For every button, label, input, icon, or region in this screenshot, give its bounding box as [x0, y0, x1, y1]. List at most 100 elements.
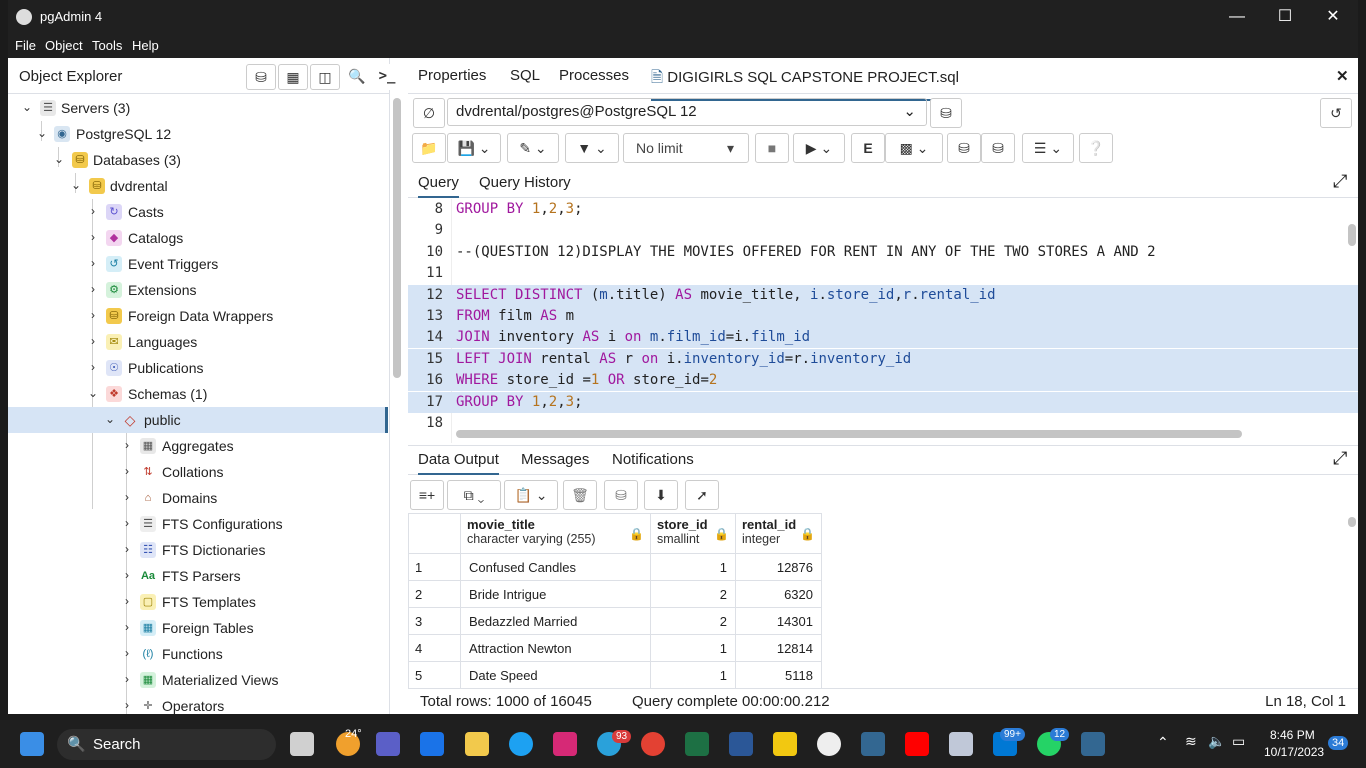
close-button[interactable]: ✕: [1310, 0, 1356, 34]
add-row-icon[interactable]: ≡+: [410, 480, 444, 510]
tab-data-output[interactable]: Data Output: [418, 451, 499, 475]
teams-icon[interactable]: [376, 732, 400, 756]
connection-select[interactable]: dvdrental/postgres@PostgreSQL 12 ⌄: [447, 98, 927, 126]
chevron-right-icon[interactable]: ›: [87, 256, 99, 270]
column-header-rental-id[interactable]: rental_id integer 🔒: [735, 513, 822, 554]
tree-item-postgresql-12[interactable]: ⌄ ◉ PostgreSQL 12: [8, 121, 388, 147]
tree-item-servers[interactable]: ⌄ ☰ Servers (3): [8, 95, 388, 121]
tree-item-extensions[interactable]: › ⚙ Extensions: [8, 277, 388, 303]
chevron-right-icon[interactable]: ›: [87, 334, 99, 348]
open-file-icon[interactable]: 📁: [412, 133, 446, 163]
tree-item-operators[interactable]: › ✛ Operators: [8, 693, 388, 714]
search-objects-icon[interactable]: 🔍: [342, 64, 372, 90]
tree-item-casts[interactable]: › ↻ Casts: [8, 199, 388, 225]
chevron-right-icon[interactable]: ›: [87, 308, 99, 322]
store-icon[interactable]: [420, 732, 444, 756]
notification-count[interactable]: 34: [1328, 736, 1349, 750]
chevron-right-icon[interactable]: ›: [87, 204, 99, 218]
battery-icon[interactable]: ▭: [1232, 733, 1245, 750]
stop-icon[interactable]: ■: [755, 133, 789, 163]
file-explorer-icon[interactable]: [465, 732, 489, 756]
save-file-icon[interactable]: 💾 ⌄: [447, 133, 501, 163]
pgadmin-taskbar-icon[interactable]: [1081, 732, 1105, 756]
tree-item-catalogs[interactable]: › ◆ Catalogs: [8, 225, 388, 251]
explain-icon[interactable]: E: [851, 133, 885, 163]
menu-file[interactable]: File: [15, 38, 36, 53]
chevron-right-icon[interactable]: ›: [87, 282, 99, 296]
wifi-icon[interactable]: ≋: [1185, 733, 1197, 750]
tree-item-fts-parsers[interactable]: › Aa FTS Parsers: [8, 563, 388, 589]
edit-icon[interactable]: ✎ ⌄: [507, 133, 559, 163]
chevron-right-icon[interactable]: ›: [121, 568, 133, 582]
tab-notifications[interactable]: Notifications: [612, 451, 694, 468]
chevron-right-icon[interactable]: ›: [121, 438, 133, 452]
edge-icon[interactable]: [509, 732, 533, 756]
instagram-icon[interactable]: [553, 732, 577, 756]
powerbi-icon[interactable]: [773, 732, 797, 756]
delete-icon[interactable]: 🗑: [563, 480, 597, 510]
chevron-right-icon[interactable]: ›: [121, 620, 133, 634]
tree-item-databases[interactable]: ⌄ ⛁ Databases (3): [8, 147, 388, 173]
cell-rental-id[interactable]: 12814: [735, 634, 822, 662]
chevron-right-icon[interactable]: ›: [121, 646, 133, 660]
task-view-icon[interactable]: [290, 732, 314, 756]
view-data-icon[interactable]: ▦: [278, 64, 308, 90]
chevron-down-icon[interactable]: ⌄: [104, 412, 116, 426]
start-icon[interactable]: [20, 732, 44, 756]
new-connection-icon[interactable]: ⛁: [930, 98, 962, 128]
query-tool-icon[interactable]: ⛁: [246, 64, 276, 90]
tab-properties[interactable]: Properties: [418, 67, 486, 84]
excel-icon[interactable]: [685, 732, 709, 756]
chevron-right-icon[interactable]: ›: [121, 516, 133, 530]
chevron-right-icon[interactable]: ›: [121, 542, 133, 556]
chevron-down-icon[interactable]: ⌄: [87, 386, 99, 400]
chevron-right-icon[interactable]: ›: [121, 490, 133, 504]
menu-object[interactable]: Object: [45, 38, 83, 53]
table-row[interactable]: 2 Bride Intrigue 2 6320: [408, 580, 822, 608]
cell-movie-title[interactable]: Date Speed: [460, 661, 651, 688]
tree-item-event-triggers[interactable]: › ↺ Event Triggers: [8, 251, 388, 277]
chevron-down-icon[interactable]: ⌄: [21, 100, 33, 114]
table-row[interactable]: 1 Confused Candles 1 12876: [408, 553, 822, 581]
download-icon[interactable]: ⬇: [644, 480, 678, 510]
close-tab-icon[interactable]: ✕: [1336, 67, 1349, 85]
cell-movie-title[interactable]: Bedazzled Married: [460, 607, 651, 635]
chevron-up-icon[interactable]: ⌃: [1157, 734, 1169, 751]
cell-store-id[interactable]: 1: [650, 661, 736, 688]
graph-icon[interactable]: ➚: [685, 480, 719, 510]
tree-item-publications[interactable]: › ☉ Publications: [8, 355, 388, 381]
chevron-right-icon[interactable]: ›: [121, 672, 133, 686]
expand-icon[interactable]: ⤢: [1333, 171, 1347, 192]
chevron-down-icon[interactable]: ⌄: [70, 178, 82, 192]
explain-analyze-icon[interactable]: ▩ ⌄: [885, 133, 943, 163]
taskbar-search[interactable]: 🔍 Search: [57, 729, 276, 760]
tree-item-domains[interactable]: › ⌂ Domains: [8, 485, 388, 511]
tree-item-fts-dictionaries[interactable]: › ☷ FTS Dictionaries: [8, 537, 388, 563]
youtube-icon[interactable]: [905, 732, 929, 756]
column-header-store-id[interactable]: store_id smallint 🔒: [650, 513, 736, 554]
cell-movie-title[interactable]: Attraction Newton: [460, 634, 651, 662]
clock-date[interactable]: 10/17/2023: [1264, 745, 1324, 759]
tree-item-functions[interactable]: › (ℓ) Functions: [8, 641, 388, 667]
chrome-icon[interactable]: [641, 732, 665, 756]
minimize-button[interactable]: —: [1214, 0, 1260, 34]
menu-tools[interactable]: Tools: [92, 38, 122, 53]
tab-query[interactable]: Query: [418, 174, 459, 198]
copy-icon[interactable]: ⧉ ⌄: [447, 480, 501, 510]
tree-item-languages[interactable]: › ✉ Languages: [8, 329, 388, 355]
tree-item-fdw[interactable]: › ⛁ Foreign Data Wrappers: [8, 303, 388, 329]
execute-icon[interactable]: ▶ ⌄: [793, 133, 845, 163]
table-row[interactable]: 4 Attraction Newton 1 12814: [408, 634, 822, 662]
tree-item-public[interactable]: ⌄ ◇ public: [8, 407, 388, 433]
tree-item-foreign-tables[interactable]: › ▦ Foreign Tables: [8, 615, 388, 641]
table-row[interactable]: 5 Date Speed 1 5118: [408, 661, 822, 688]
filter-rows-icon[interactable]: ◫: [310, 64, 340, 90]
help-icon[interactable]: ❔: [1079, 133, 1113, 163]
tree-item-materialized-views[interactable]: › ▦ Materialized Views: [8, 667, 388, 693]
paste-icon[interactable]: 📋 ⌄: [504, 480, 558, 510]
chevron-right-icon[interactable]: ›: [121, 594, 133, 608]
tab-query-history[interactable]: Query History: [479, 174, 571, 191]
filter-icon[interactable]: ▼ ⌄: [565, 133, 619, 163]
cell-rental-id[interactable]: 6320: [735, 580, 822, 608]
clock-time[interactable]: 8:46 PM: [1270, 728, 1315, 742]
